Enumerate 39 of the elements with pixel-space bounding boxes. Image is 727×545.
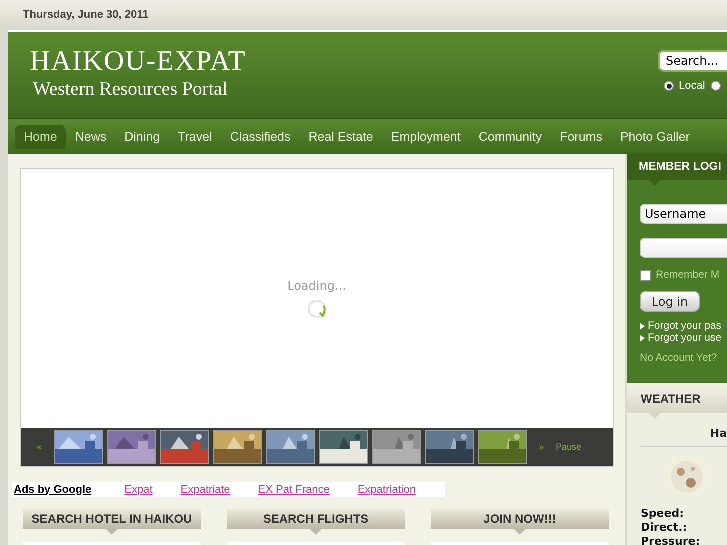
site-subtitle: Western Resources Portal — [32, 79, 229, 101]
remember-label: Remember M — [656, 269, 720, 281]
city-name: Ha — [641, 419, 727, 447]
forgot-link[interactable]: Forgot your pas — [648, 320, 722, 332]
forgot-link[interactable]: Forgot your use — [648, 332, 722, 344]
previous-button[interactable]: « — [35, 442, 50, 452]
nav-tab[interactable]: Travel — [169, 124, 222, 148]
nav-tab[interactable]: Photo Galler — [611, 124, 699, 148]
ad-link[interactable]: EX Pat France — [258, 484, 330, 496]
nav-tab[interactable]: Employment — [382, 124, 470, 148]
nav-tab[interactable]: Real Estate — [300, 124, 382, 148]
login-button[interactable]: Log in — [640, 291, 700, 312]
radio-label: Local — [679, 80, 706, 92]
loading-text: Loading... — [288, 278, 346, 292]
nav-tab[interactable]: Community — [470, 124, 552, 148]
module-header: SEARCH HOTEL IN HAIKOU — [23, 509, 201, 529]
date-text: Thursday, June 30, 2011 — [23, 9, 149, 21]
weather-header: WEATHER — [627, 385, 727, 413]
ad-link[interactable]: Expatriate — [180, 484, 230, 496]
nav-tab[interactable]: Dining — [116, 124, 170, 148]
register-link[interactable]: No Account Yet? — [640, 352, 718, 364]
next-button[interactable]: » — [531, 442, 552, 452]
module-header: JOIN NOW!!! — [431, 509, 609, 529]
nav-tab[interactable]: Forums — [551, 124, 612, 148]
search-field[interactable]: Search... — [658, 50, 727, 72]
weather-label: Direct.: — [640, 521, 688, 535]
ad-link[interactable]: Expatriation — [358, 484, 416, 496]
pause-button[interactable]: Pause — [556, 442, 582, 452]
nav-tab[interactable]: Classifieds — [221, 124, 300, 148]
username-field[interactable]: Username — [640, 204, 727, 224]
weather-label: Speed: — [640, 507, 685, 521]
weather-label: Pressure: — [640, 535, 702, 545]
login-header: MEMBER LOGI — [627, 154, 727, 180]
nav-tab[interactable]: Home — [15, 124, 66, 148]
nav-tab[interactable]: News — [66, 124, 116, 148]
ads-label[interactable]: Ads by Google — [12, 484, 125, 496]
site-title[interactable]: HAIKOU-EXPAT — [30, 45, 246, 79]
ad-link[interactable]: Expat — [124, 484, 153, 496]
module-header: SEARCH FLIGHTS — [227, 509, 405, 529]
